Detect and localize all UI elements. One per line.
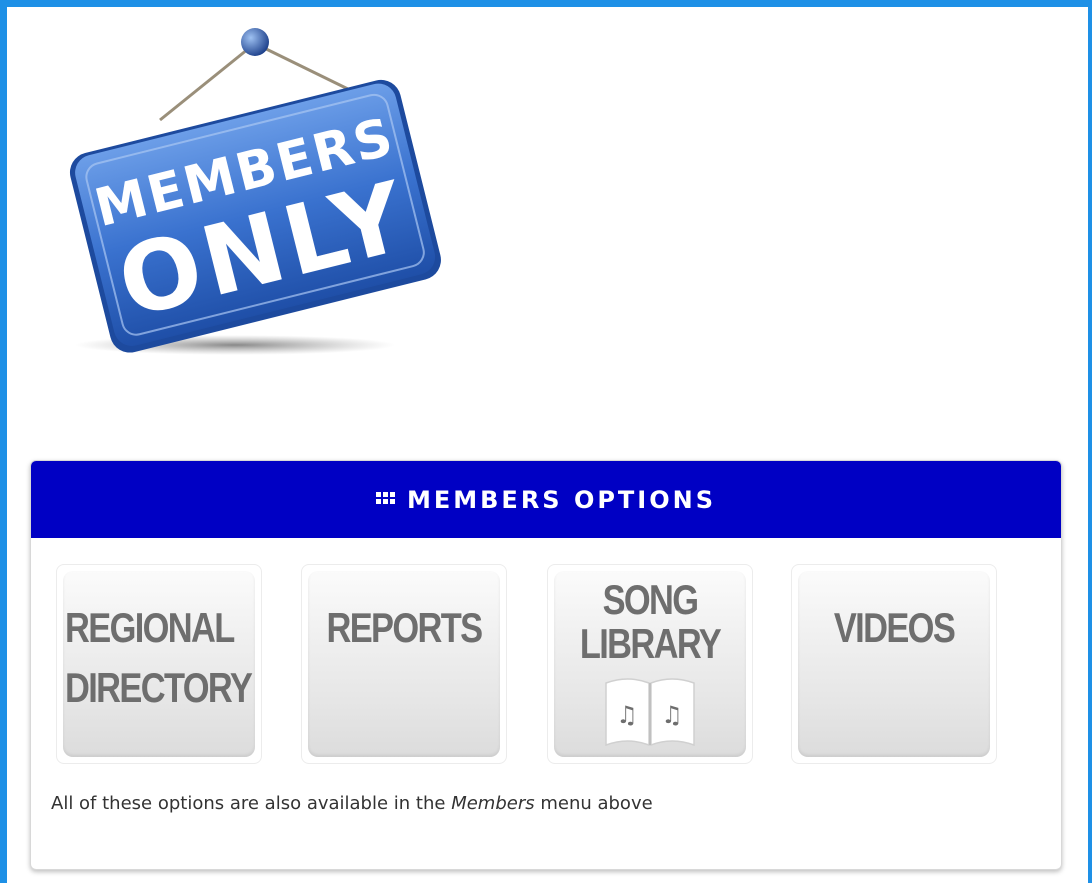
note-text-before: All of these options are also available … <box>51 793 452 814</box>
panel-header: MEMBERS OPTIONS <box>31 461 1061 538</box>
members-menu-reference: Members <box>451 793 535 814</box>
tile-label-line: REGIONAL <box>65 604 235 651</box>
panel-title: MEMBERS OPTIONS <box>406 485 717 514</box>
options-tiles: REGIONAL DIRECTORY REPORTS SONG LIBRARY … <box>31 538 1061 768</box>
tile-label-line: DIRECTORY <box>65 664 253 711</box>
frame-top-border <box>0 0 1092 7</box>
tile-label-line: SONG <box>602 576 700 623</box>
song-library-tile[interactable]: SONG LIBRARY ♫ ♫ <box>547 564 753 764</box>
members-options-panel: MEMBERS OPTIONS REGIONAL DIRECTORY REPOR… <box>30 460 1062 870</box>
svg-text:♫: ♫ <box>661 701 683 729</box>
tile-label-line: REPORTS <box>326 604 483 651</box>
frame-left-border <box>0 0 7 883</box>
pin-icon <box>241 28 269 56</box>
songbook-icon: ♫ ♫ <box>605 678 695 747</box>
svg-text:♫: ♫ <box>616 701 638 729</box>
note-text-after: menu above <box>534 793 653 814</box>
tile-label-line: LIBRARY <box>579 620 722 667</box>
regional-directory-tile[interactable]: REGIONAL DIRECTORY <box>56 564 262 764</box>
members-only-sign: MEMBERS ONLY <box>60 20 460 365</box>
tile-label-line: VIDEOS <box>833 604 956 651</box>
frame-right-border <box>1088 0 1092 883</box>
reports-tile[interactable]: REPORTS <box>301 564 507 764</box>
videos-tile[interactable]: VIDEOS <box>791 564 997 764</box>
grid-icon <box>375 491 395 504</box>
panel-note: All of these options are also available … <box>51 793 653 814</box>
